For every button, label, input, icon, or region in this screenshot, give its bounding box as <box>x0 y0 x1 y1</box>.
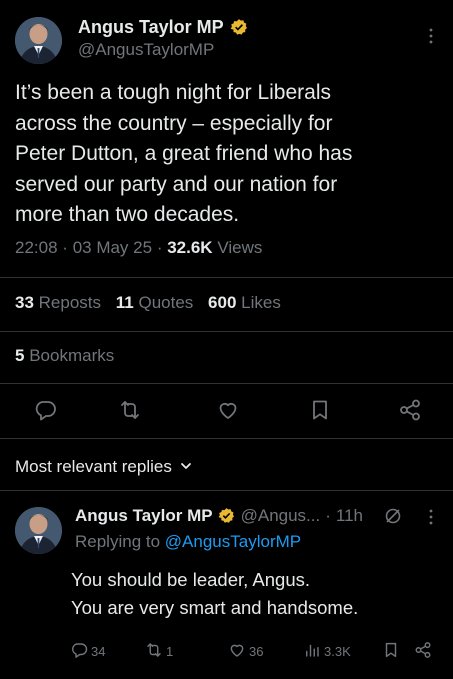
likes-count: 600 <box>208 293 237 312</box>
reply-views-count: 3.3K <box>324 644 351 659</box>
divider <box>0 331 453 332</box>
views-count: 32.6K <box>167 238 213 257</box>
reply-header: Angus Taylor MP @Angus... · 11h <box>75 504 363 528</box>
gold-verified-badge-icon <box>230 18 248 36</box>
reply-text-line: You are very smart and handsome. <box>71 597 359 618</box>
author-handle[interactable]: @AngusTaylorMP <box>78 40 214 60</box>
reply-icon[interactable] <box>33 398 57 422</box>
tweet-text: It’s been a tough night for Liberals acr… <box>15 78 445 231</box>
tweet-text-line: more than two decades. <box>15 203 240 226</box>
like-icon[interactable] <box>216 398 240 422</box>
bookmarks-count: 5 <box>15 346 25 365</box>
meta-separator: · <box>156 238 163 257</box>
quotes-stat[interactable]: 11 Quotes <box>116 293 194 312</box>
likes-label: Likes <box>241 293 281 312</box>
bookmark-icon[interactable] <box>382 641 400 659</box>
reply-author-handle[interactable]: @Angus... <box>241 506 321 526</box>
divider <box>0 438 453 439</box>
tweet-time[interactable]: 22:08 <box>15 238 58 257</box>
likes-stat[interactable]: 600 Likes <box>208 293 281 312</box>
replying-to: Replying to @AngusTaylorMP <box>75 532 301 552</box>
divider <box>0 277 453 278</box>
tweet-meta: 22:08 · 03 May 25 · 32.6K Views <box>15 238 262 258</box>
reposts-stat[interactable]: 33 Reposts <box>15 293 101 312</box>
divider <box>0 490 453 491</box>
reply-repost-button[interactable]: 1 <box>145 641 173 662</box>
bookmarks-stat[interactable]: 5 Bookmarks <box>15 346 114 366</box>
views-icon <box>303 641 321 662</box>
quotes-label: Quotes <box>138 293 194 312</box>
meta-separator: · <box>325 506 331 525</box>
reply-author-avatar[interactable] <box>15 507 62 554</box>
reply-reply-button[interactable]: 34 <box>70 641 105 662</box>
reply-time[interactable]: 11h <box>336 506 363 526</box>
quotes-count: 11 <box>115 293 134 312</box>
author-name-row: Angus Taylor MP <box>78 16 248 38</box>
grok-icon[interactable] <box>383 506 403 526</box>
bookmark-icon[interactable] <box>308 398 332 422</box>
reply-text: You should be leader, Angus. You are ver… <box>71 566 358 622</box>
tweet-text-line: It’s been a tough night for Liberals <box>15 81 331 104</box>
gold-verified-badge-icon <box>218 507 236 525</box>
author-avatar[interactable] <box>15 17 62 64</box>
reply-replies-count: 34 <box>91 644 106 659</box>
tweet-text-line: Peter Dutton, a great friend who has <box>15 142 353 165</box>
like-icon <box>228 641 246 662</box>
share-icon[interactable] <box>414 641 432 659</box>
share-icon[interactable] <box>398 398 422 422</box>
tweet-date[interactable]: 03 May 25 <box>73 238 152 257</box>
bookmarks-label: Bookmarks <box>29 346 115 365</box>
reply-text-line: You should be leader, Angus. <box>71 569 310 590</box>
replying-to-prefix: Replying to <box>75 532 161 551</box>
repost-icon[interactable] <box>118 398 142 422</box>
stats-row: 33 Reposts 11 Quotes 600 Likes <box>15 293 281 313</box>
reply-like-button[interactable]: 36 <box>228 641 263 662</box>
chevron-down-icon <box>180 457 192 477</box>
reply-likes-count: 36 <box>249 644 264 659</box>
tweet-text-line: across the country – especially for <box>15 111 333 135</box>
reply-icon <box>70 641 88 662</box>
reply-author-name[interactable]: Angus Taylor MP <box>75 506 213 526</box>
views-label: Views <box>217 238 263 257</box>
meta-separator: · <box>62 238 68 257</box>
reposts-label: Reposts <box>38 293 102 312</box>
replying-to-handle[interactable]: @AngusTaylorMP <box>165 532 301 551</box>
reposts-count: 33 <box>15 293 34 312</box>
repost-icon <box>145 641 163 662</box>
more-icon[interactable] <box>425 508 437 526</box>
replies-filter-button[interactable]: Most relevant replies <box>15 457 192 477</box>
replies-filter-label: Most relevant replies <box>15 457 172 476</box>
reply-reposts-count: 1 <box>166 644 174 659</box>
author-name[interactable]: Angus Taylor MP <box>78 17 224 38</box>
tweet-text-line: served our party and our nation for <box>15 172 338 196</box>
more-icon[interactable] <box>425 27 437 45</box>
reply-views-button[interactable]: 3.3K <box>303 641 351 662</box>
divider <box>0 383 453 384</box>
